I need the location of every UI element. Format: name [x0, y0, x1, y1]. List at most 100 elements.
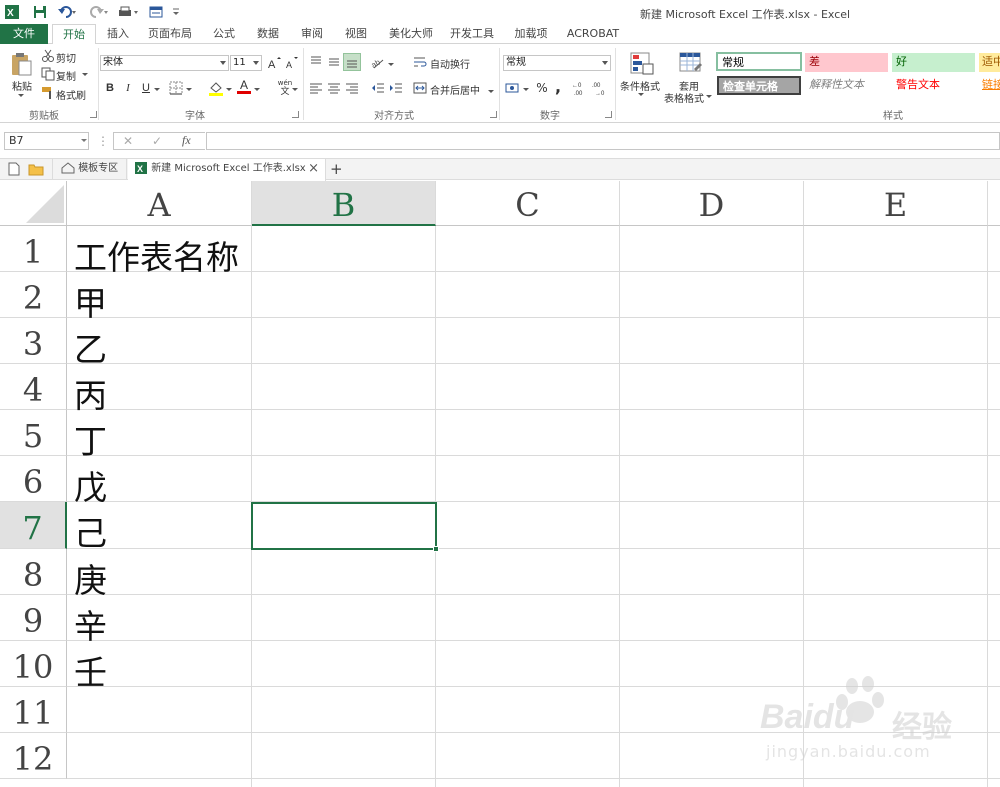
tab-beautify[interactable]: 美化大师: [382, 24, 440, 44]
style-warning[interactable]: 警告文本: [892, 76, 975, 95]
fill-handle[interactable]: [433, 546, 439, 552]
cancel-icon[interactable]: ✕: [123, 134, 133, 148]
customize-qat-icon[interactable]: [170, 4, 182, 20]
cell-a5[interactable]: 丁: [74, 415, 107, 463]
clipboard-launcher-icon[interactable]: [90, 111, 97, 118]
cell-a1[interactable]: 工作表名称: [74, 231, 239, 279]
number-launcher-icon[interactable]: [605, 111, 612, 118]
accounting-format-icon[interactable]: [505, 80, 521, 96]
bold-button[interactable]: B: [102, 80, 118, 96]
increase-indent-icon[interactable]: [388, 80, 404, 96]
align-right-icon[interactable]: [344, 80, 360, 96]
insert-function-button[interactable]: fx: [182, 133, 191, 148]
align-left-icon[interactable]: [308, 80, 324, 96]
tab-addins[interactable]: 加载项: [508, 24, 554, 44]
paste-dropdown-icon[interactable]: [16, 92, 26, 100]
align-top-icon[interactable]: [308, 54, 324, 70]
border-icon[interactable]: [168, 80, 184, 96]
shrink-font-icon[interactable]: A: [283, 55, 299, 71]
tab-review[interactable]: 审阅: [292, 24, 332, 44]
row-header-4[interactable]: 4: [0, 364, 67, 410]
add-tab-button[interactable]: +: [330, 159, 343, 180]
font-color-icon[interactable]: A: [236, 78, 252, 94]
font-size-combo[interactable]: 11: [230, 55, 262, 71]
tab-insert[interactable]: 插入: [98, 24, 138, 44]
copy-dropdown-icon[interactable]: [80, 71, 90, 79]
row-header-10[interactable]: 10: [0, 641, 67, 687]
row-header-1[interactable]: 1: [0, 226, 67, 272]
select-all-button[interactable]: [0, 181, 67, 226]
cell-a10[interactable]: 壬: [74, 646, 107, 694]
style-neutral[interactable]: 适中: [979, 53, 1000, 72]
open-folder-icon[interactable]: [28, 162, 44, 183]
style-check-cell[interactable]: 检查单元格: [717, 76, 801, 95]
row-header-11[interactable]: 11: [0, 687, 67, 733]
align-center-icon[interactable]: [326, 80, 342, 96]
undo-icon[interactable]: [56, 4, 78, 20]
format-painter-icon[interactable]: [41, 86, 55, 100]
active-cell-b7[interactable]: [251, 502, 437, 550]
fill-color-dropdown-icon[interactable]: [224, 82, 234, 98]
style-linked[interactable]: 链接: [979, 76, 1000, 95]
number-format-combo[interactable]: 常规: [503, 55, 611, 71]
underline-dropdown-icon[interactable]: [152, 82, 162, 98]
form-icon[interactable]: [148, 4, 164, 20]
conditional-format-icon[interactable]: [628, 50, 656, 78]
row-header-8[interactable]: 8: [0, 549, 67, 595]
font-color-dropdown-icon[interactable]: [252, 82, 262, 98]
comma-button[interactable]: ,: [550, 77, 566, 96]
save-icon[interactable]: [32, 4, 48, 20]
border-dropdown-icon[interactable]: [184, 82, 194, 98]
cut-button[interactable]: 剪切: [56, 50, 76, 65]
table-format-label-2[interactable]: 表格格式: [664, 90, 704, 105]
row-header-2[interactable]: 2: [0, 272, 67, 318]
fill-color-icon[interactable]: [208, 80, 224, 96]
column-header-b[interactable]: B: [252, 181, 436, 226]
wrap-text-icon[interactable]: [412, 54, 428, 70]
font-launcher-icon[interactable]: [292, 111, 299, 118]
cell-a7[interactable]: 己: [74, 507, 107, 555]
style-normal[interactable]: 常规: [716, 52, 802, 71]
orientation-dropdown-icon[interactable]: [386, 57, 396, 73]
name-box[interactable]: B7: [4, 132, 89, 150]
column-header-e[interactable]: E: [804, 181, 988, 226]
percent-button[interactable]: %: [534, 80, 550, 96]
wrap-text-button[interactable]: 自动换行: [430, 56, 470, 71]
copy-icon[interactable]: [41, 67, 55, 81]
align-bottom-icon[interactable]: [343, 53, 361, 71]
print-preview-icon[interactable]: [116, 4, 140, 20]
accounting-dropdown-icon[interactable]: [521, 82, 531, 98]
column-header-a[interactable]: A: [67, 181, 252, 226]
grow-font-icon[interactable]: A: [266, 55, 282, 71]
tab-view[interactable]: 视图: [336, 24, 376, 44]
column-header-f[interactable]: [988, 181, 1000, 226]
tab-workbook[interactable]: X 新建 Microsoft Excel 工作表.xlsx ×: [128, 159, 326, 181]
column-header-c[interactable]: C: [436, 181, 620, 226]
cell-a2[interactable]: 甲: [74, 277, 107, 325]
row-header-9[interactable]: 9: [0, 595, 67, 641]
name-box-dropdown-icon[interactable]: [80, 138, 88, 144]
merge-center-icon[interactable]: [412, 80, 428, 96]
format-painter-button[interactable]: 格式刷: [56, 87, 86, 102]
new-document-icon[interactable]: [8, 162, 20, 183]
decrease-indent-icon[interactable]: [370, 80, 386, 96]
enter-icon[interactable]: ✓: [152, 134, 162, 148]
formula-bar-grip-icon[interactable]: ⋮: [97, 134, 109, 148]
row-header-7[interactable]: 7: [0, 502, 67, 549]
font-name-combo[interactable]: 宋体: [100, 55, 229, 71]
merge-dropdown-icon[interactable]: [486, 84, 496, 100]
tab-acrobat[interactable]: ACROBAT: [562, 24, 624, 44]
cell-a9[interactable]: 辛: [74, 600, 107, 648]
phonetic-dropdown-icon[interactable]: [290, 82, 300, 98]
row-header-6[interactable]: 6: [0, 456, 67, 502]
style-bad[interactable]: 差: [805, 53, 888, 72]
style-explanatory[interactable]: 解释性文本: [805, 76, 888, 95]
row-header-12[interactable]: 12: [0, 733, 67, 779]
tab-formulas[interactable]: 公式: [204, 24, 244, 44]
tab-file[interactable]: 文件: [0, 24, 48, 44]
table-format-icon[interactable]: [677, 50, 705, 78]
table-format-dropdown-icon[interactable]: [704, 93, 714, 101]
tab-page-layout[interactable]: 页面布局: [142, 24, 198, 44]
italic-button[interactable]: I: [120, 80, 136, 96]
tab-data[interactable]: 数据: [248, 24, 288, 44]
